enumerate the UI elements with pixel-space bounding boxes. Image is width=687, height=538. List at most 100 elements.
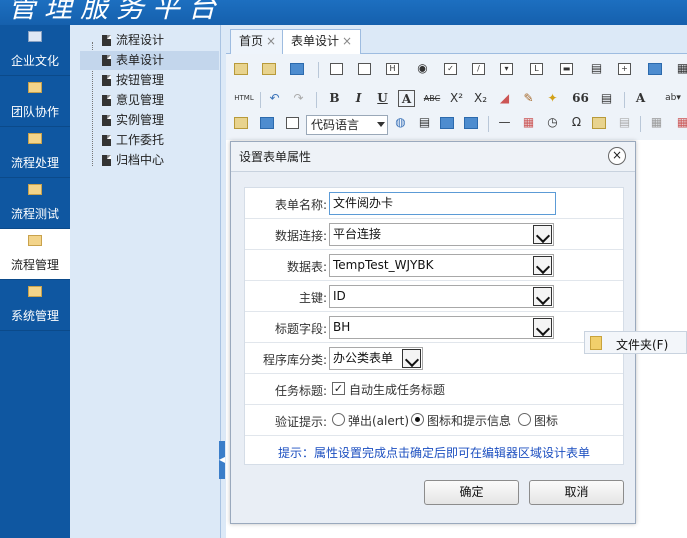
tree-item-label: 归档中心 (116, 153, 165, 167)
tree-item-button-manage[interactable]: 按钮管理 (80, 71, 219, 90)
template-icon[interactable] (592, 117, 606, 129)
superscript-icon[interactable]: X² (448, 90, 465, 107)
globe-icon[interactable]: ◍ (392, 114, 409, 131)
document-icon (102, 35, 111, 46)
radio-alert[interactable] (332, 413, 345, 426)
undo-icon[interactable]: ↶ (266, 90, 283, 107)
form-properties-dialog: 设置表单属性 × 表单名称: 文件阅办卡 数据连接: 平台连接 数据表: Tem… (230, 141, 636, 524)
category-select[interactable]: 办公类表单 (329, 347, 423, 370)
radio-icon-only[interactable] (518, 413, 531, 426)
chevron-down-icon[interactable] (533, 287, 552, 306)
date-icon[interactable]: ▦ (520, 114, 537, 131)
close-icon[interactable]: × (342, 34, 352, 48)
title-field-select[interactable]: BH (329, 316, 554, 339)
new-form-icon[interactable] (234, 63, 248, 75)
bold-icon[interactable]: B (326, 90, 343, 107)
data-table-select[interactable]: TempTest_WJYBK (329, 254, 554, 277)
data-connection-select[interactable]: 平台连接 (329, 223, 554, 246)
tree-item-delegation[interactable]: 工作委托 (80, 131, 219, 150)
redo-icon[interactable]: ↷ (290, 90, 307, 107)
image-icon[interactable] (648, 63, 662, 75)
italic-icon[interactable]: I (350, 90, 367, 107)
nav-item-process[interactable]: 流程处理 (0, 127, 70, 178)
dropdown-icon[interactable]: ▾ (500, 63, 513, 75)
tree-item-flow-design[interactable]: 流程设计 (80, 31, 219, 50)
preview-icon[interactable]: ▤ (616, 114, 633, 131)
tree-item-instance-manage[interactable]: 实例管理 (80, 111, 219, 130)
frame-icon[interactable] (464, 117, 478, 129)
label-icon[interactable]: L (530, 63, 543, 75)
open-folder-icon[interactable] (262, 63, 276, 75)
nav-item-team[interactable]: 团队协作 (0, 76, 70, 127)
horizontal-rule-icon[interactable]: — (496, 114, 513, 131)
paste-icon[interactable]: ▤ (598, 90, 615, 107)
hidden-field-icon[interactable]: H (386, 63, 399, 75)
nav-item-culture[interactable]: 企业文化 (0, 25, 70, 76)
table-icon[interactable]: ▤ (416, 114, 433, 131)
chevron-down-icon[interactable] (533, 256, 552, 275)
grid-icon[interactable]: ▦ (648, 114, 665, 131)
format-painter-icon[interactable]: ✎ (520, 90, 537, 107)
row-validation: 验证提示: 弹出(alert) 图标和提示信息 图标 (245, 405, 623, 436)
nav-item-workflow-manage[interactable]: 流程管理 (0, 229, 70, 280)
quote-icon[interactable]: 66 (572, 90, 589, 107)
textarea-icon[interactable] (358, 63, 371, 75)
ok-button[interactable]: 确定 (424, 480, 519, 505)
close-icon[interactable]: × (266, 34, 276, 48)
hint-text: 提示：属性设置完成点击确定后即可在编辑器区域设计表单 (277, 446, 590, 460)
settings-icon[interactable] (290, 63, 304, 75)
subscript-icon[interactable]: X₂ (472, 90, 489, 107)
tree-item-archive[interactable]: 归档中心 (80, 151, 219, 170)
magic-wand-icon[interactable]: ✦ (544, 90, 561, 107)
font-family-icon[interactable]: A (632, 90, 649, 107)
close-icon[interactable]: × (608, 147, 626, 165)
strikethrough-icon[interactable]: ABC (422, 90, 442, 107)
checkbox-icon[interactable]: ✓ (444, 63, 457, 75)
row-data-table: 数据表: TempTest_WJYBK (245, 250, 623, 281)
chevron-down-icon[interactable] (533, 225, 552, 244)
category-value: 办公类表单 (333, 351, 394, 365)
insert-file-icon[interactable] (286, 117, 299, 129)
insert-image-icon[interactable] (234, 117, 248, 129)
chevron-down-icon[interactable] (533, 318, 552, 337)
collapse-arrow-icon[interactable]: ◀ (219, 441, 225, 479)
special-char-icon[interactable]: Ω (568, 114, 585, 131)
chevron-down-icon[interactable] (402, 349, 421, 368)
underline-icon[interactable]: U (374, 90, 391, 107)
edit-field-icon[interactable]: / (472, 63, 485, 75)
tree-item-opinion-manage[interactable]: 意见管理 (80, 91, 219, 110)
cancel-button[interactable]: 取消 (529, 480, 624, 505)
form-name-input[interactable]: 文件阅办卡 (329, 192, 556, 215)
delete-table-icon[interactable]: ▦ (674, 114, 687, 131)
folder-context-item[interactable]: 文件夹(F) (584, 331, 687, 354)
spellcheck-icon[interactable]: ab▾ (662, 90, 684, 107)
data-table-label: 数据表: (286, 260, 327, 274)
validation-label: 验证提示: (274, 415, 327, 429)
add-control-icon[interactable]: + (618, 63, 631, 75)
nav-item-system[interactable]: 系统管理 (0, 280, 70, 331)
radio-icon-and-message[interactable] (411, 413, 424, 426)
tree-item-form-design[interactable]: 表单设计 (80, 51, 219, 70)
textbox-icon[interactable] (330, 63, 343, 75)
insert-picture-icon[interactable] (260, 117, 274, 129)
document-icon (102, 55, 111, 66)
tab-form-design[interactable]: 表单设计 × (282, 29, 362, 55)
list-icon[interactable]: ▤ (588, 60, 605, 77)
data-connection-value: 平台连接 (333, 227, 382, 241)
nav-item-test[interactable]: 流程测试 (0, 178, 70, 229)
layout-icon[interactable] (440, 117, 454, 129)
more-icon[interactable]: ▦ (674, 60, 687, 77)
primary-key-select[interactable]: ID (329, 285, 554, 308)
code-language-select[interactable]: 代码语言 (306, 115, 388, 135)
tab-home[interactable]: 首页 × (230, 29, 286, 54)
radio-icon[interactable]: ◉ (414, 60, 431, 77)
tab-label: 表单设计 (291, 34, 340, 48)
button-control-icon[interactable]: ▬ (560, 63, 573, 75)
nav-item-label: 流程处理 (10, 156, 59, 170)
html-source-icon[interactable]: HTML (232, 90, 256, 107)
eraser-icon[interactable]: ◢ (496, 90, 513, 107)
auto-task-title-checkbox[interactable]: ✓ (332, 382, 345, 395)
time-icon[interactable]: ◷ (544, 114, 561, 131)
font-color-icon[interactable]: A (398, 90, 415, 107)
toolbar-row-2: HTML ↶ ↷ B I U A ABC X² X₂ ◢ ✎ ✦ 66 ▤ A … (230, 90, 685, 112)
